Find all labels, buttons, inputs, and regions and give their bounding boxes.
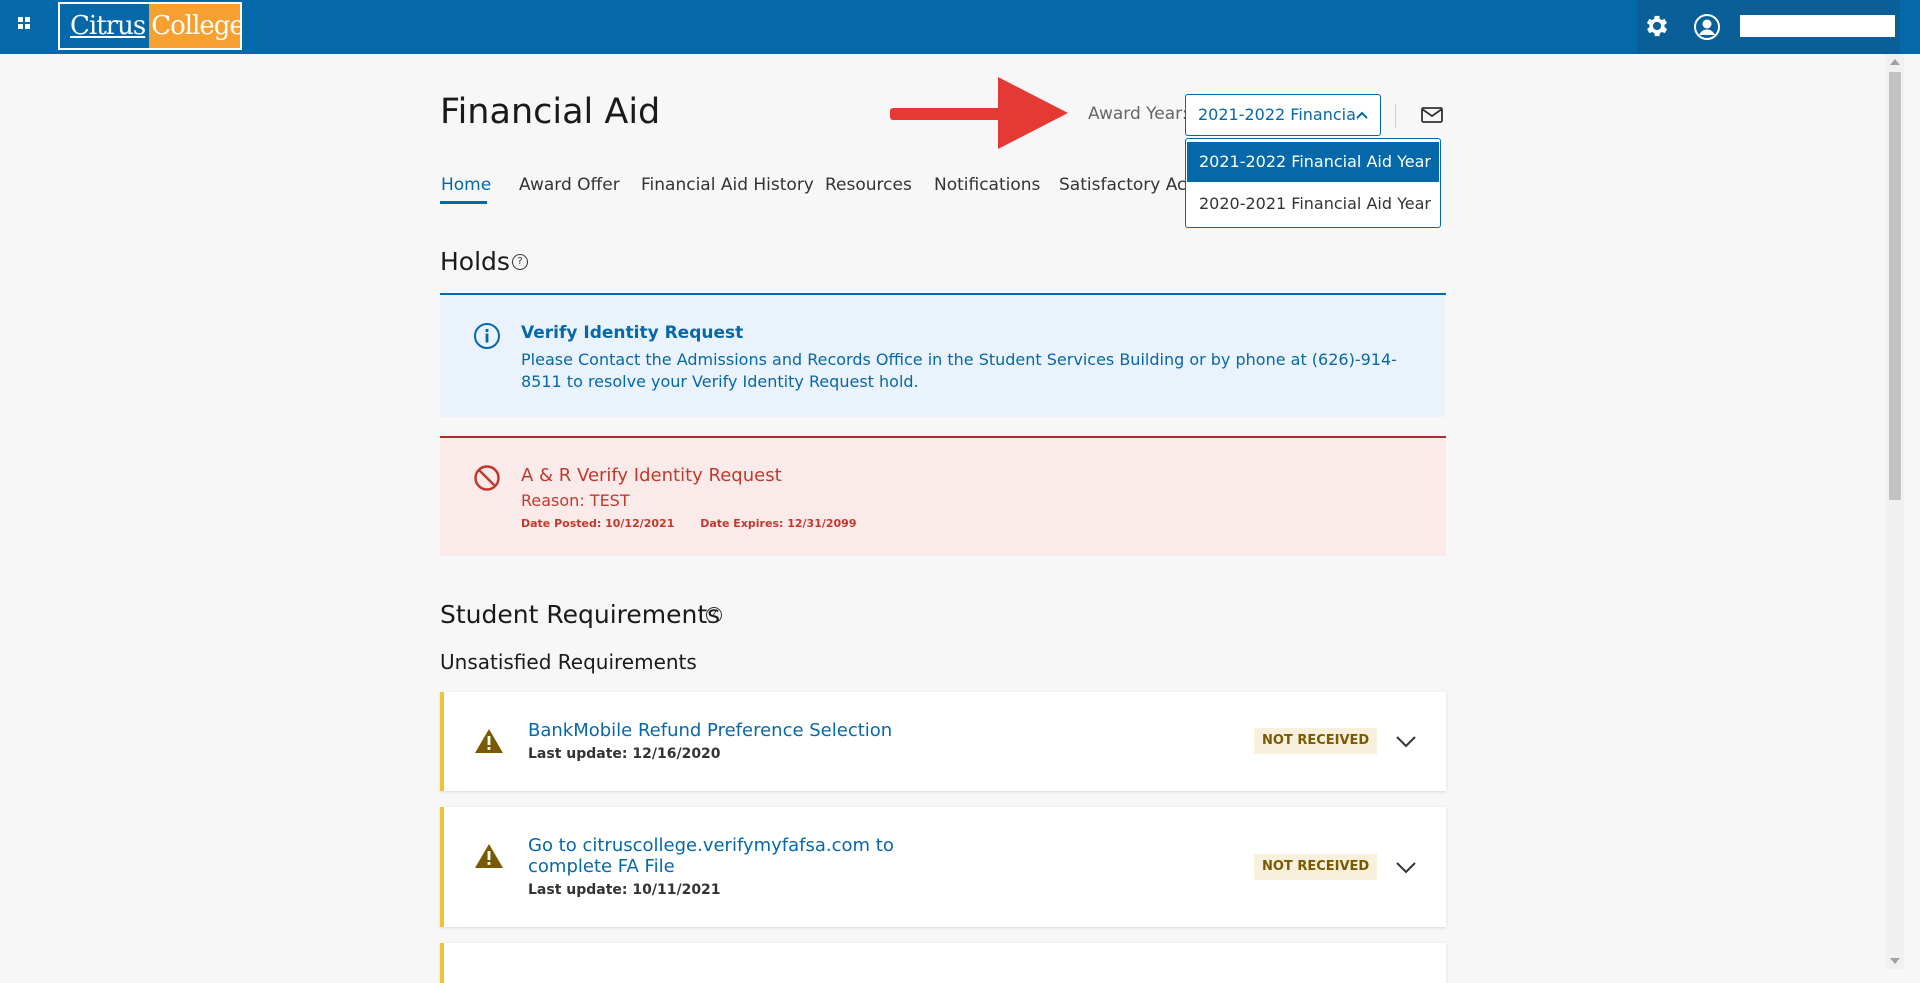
hold-error-title: A & R Verify Identity Request xyxy=(521,465,782,486)
requirements-help-icon[interactable]: ? xyxy=(706,607,722,623)
tab-financial-aid-history[interactable]: Financial Aid History xyxy=(641,175,814,195)
requirement-last-update: Last update: 10/11/2021 xyxy=(528,882,721,898)
active-tab-indicator xyxy=(440,201,487,204)
holds-title: Holds xyxy=(440,247,510,276)
hold-error-card: A & R Verify Identity Request Reason: TE… xyxy=(440,436,1446,556)
student-requirements-title: Student Requirements xyxy=(440,600,721,629)
page-scrollbar[interactable] xyxy=(1886,54,1904,969)
hold-error-reason: Reason: TEST xyxy=(521,491,630,510)
award-year-option-2020-2021[interactable]: 2020-2021 Financial Aid Year xyxy=(1187,184,1439,224)
chevron-up-icon xyxy=(1356,111,1368,119)
tab-home[interactable]: Home xyxy=(441,175,491,195)
requirement-card-partial xyxy=(440,943,1446,983)
top-bar xyxy=(0,0,1920,54)
award-year-select[interactable]: 2021-2022 Financia... xyxy=(1185,94,1381,136)
holds-help-icon[interactable]: ? xyxy=(512,254,528,270)
scroll-thumb[interactable] xyxy=(1889,72,1901,500)
settings-gear-icon[interactable] xyxy=(1643,12,1671,40)
award-year-label: Award Year: xyxy=(1088,104,1188,124)
user-name-field[interactable] xyxy=(1740,15,1895,37)
chevron-down-icon[interactable] xyxy=(1394,730,1418,754)
status-badge: NOT RECEIVED xyxy=(1254,854,1378,880)
user-avatar-icon[interactable] xyxy=(1693,13,1721,41)
requirement-last-update: Last update: 12/16/2020 xyxy=(528,746,721,762)
hold-info-card: Verify Identity Request Please Contact t… xyxy=(440,293,1446,417)
chevron-down-icon[interactable] xyxy=(1394,856,1418,880)
unsatisfied-requirements-title: Unsatisfied Requirements xyxy=(440,650,697,674)
hold-date-expires: Date Expires: 12/31/2099 xyxy=(700,517,857,530)
warning-triangle-icon xyxy=(475,729,503,753)
requirement-title-line-2: complete FA File xyxy=(528,856,675,877)
tab-resources[interactable]: Resources xyxy=(825,175,912,195)
tab-notifications[interactable]: Notifications xyxy=(934,175,1040,195)
award-year-dropdown-menu: 2021-2022 Financial Aid Year 2020-2021 F… xyxy=(1185,138,1441,228)
apps-grid-icon[interactable] xyxy=(18,17,38,37)
scroll-up-arrow-icon[interactable] xyxy=(1890,59,1900,65)
tab-award-offer[interactable]: Award Offer xyxy=(519,175,620,195)
award-year-option-2021-2022[interactable]: 2021-2022 Financial Aid Year xyxy=(1187,142,1439,182)
prohibited-icon xyxy=(474,465,500,491)
page-title: Financial Aid xyxy=(440,92,661,132)
award-year-selected-value: 2021-2022 Financia... xyxy=(1198,105,1358,124)
logo-text-citrus: Citrus xyxy=(60,4,150,48)
hold-date-posted: Date Posted: 10/12/2021 xyxy=(521,517,675,530)
info-circle-icon xyxy=(474,323,500,349)
status-badge: NOT RECEIVED xyxy=(1254,728,1378,754)
requirement-title-link[interactable]: BankMobile Refund Preference Selection xyxy=(528,720,892,741)
logo-text-college: College xyxy=(149,4,240,48)
mail-envelope-icon[interactable] xyxy=(1420,105,1444,125)
citrus-college-logo[interactable]: Citrus College xyxy=(58,2,242,50)
warning-triangle-icon xyxy=(475,844,503,868)
requirement-card: BankMobile Refund Preference Selection L… xyxy=(440,692,1446,791)
hold-info-message: Please Contact the Admissions and Record… xyxy=(521,350,1397,391)
scroll-down-arrow-icon[interactable] xyxy=(1890,958,1900,964)
requirement-card: Go to citruscollege.verifymyfafsa.com to… xyxy=(440,807,1446,927)
header-divider xyxy=(1395,104,1396,128)
hold-info-title: Verify Identity Request xyxy=(521,323,744,343)
requirement-title-link[interactable]: Go to citruscollege.verifymyfafsa.com to… xyxy=(528,835,894,877)
red-arrow-annotation-icon xyxy=(890,77,1068,149)
requirement-title-line-1: Go to citruscollege.verifymyfafsa.com to xyxy=(528,835,894,856)
hold-error-dates: Date Posted: 10/12/2021 Date Expires: 12… xyxy=(521,517,879,530)
